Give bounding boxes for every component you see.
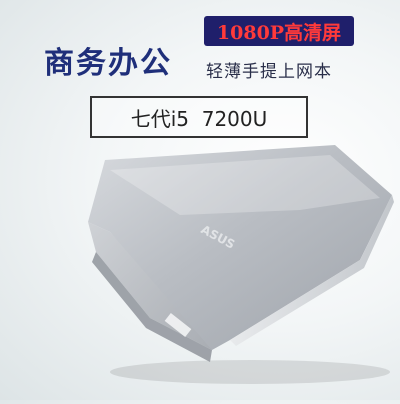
laptop-illustration: ASUS [88, 145, 394, 384]
laptop-shadow [110, 360, 390, 384]
laptop-image: ASUS [0, 0, 400, 400]
